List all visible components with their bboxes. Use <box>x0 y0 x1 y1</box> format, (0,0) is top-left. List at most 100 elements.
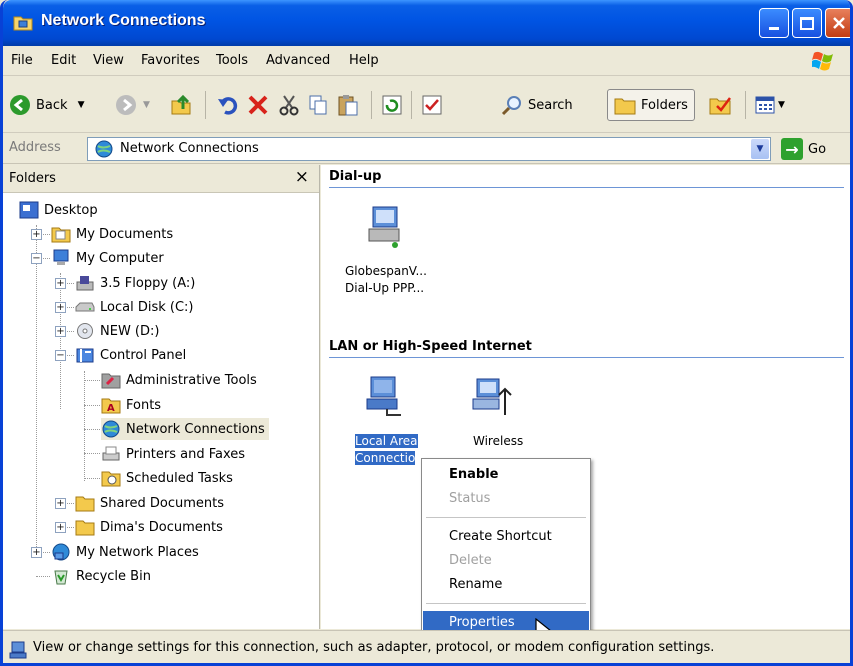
network-connection-icon <box>9 641 27 659</box>
tree-item-label: Network Connections <box>126 421 265 437</box>
copy-button[interactable] <box>307 89 329 121</box>
tree-item-label: 3.5 Floppy (A:) <box>100 275 196 291</box>
expand-toggle[interactable]: + <box>31 229 42 240</box>
expand-toggle[interactable]: + <box>55 326 66 337</box>
search-button[interactable]: Search <box>501 89 573 121</box>
tree-item-new-d[interactable]: NEW (D:) <box>75 320 159 342</box>
menu-advanced[interactable]: Advanced <box>266 53 330 68</box>
cut-button[interactable] <box>279 89 299 121</box>
menu-tools[interactable]: Tools <box>216 53 248 68</box>
copy-icon <box>309 95 327 115</box>
connection-name: Wireless <box>473 434 524 448</box>
recycle-bin-icon <box>54 570 68 585</box>
up-folder-button[interactable] <box>169 89 193 121</box>
back-dropdown-icon[interactable]: ▼ <box>78 100 85 110</box>
expand-toggle[interactable]: + <box>55 302 66 313</box>
views-button[interactable]: ▼ <box>755 89 785 121</box>
address-dropdown-button[interactable]: ▼ <box>751 139 769 159</box>
tree-item-label: Printers and Faxes <box>126 446 246 462</box>
close-icon <box>833 17 845 29</box>
tree-item-control-panel[interactable]: Control Panel <box>75 344 186 366</box>
connection-type: Connectio <box>355 451 416 465</box>
menu-item-enable[interactable]: Enable <box>423 463 589 487</box>
paste-button[interactable] <box>337 89 359 121</box>
menu-edit[interactable]: Edit <box>51 53 76 68</box>
menu-favorites[interactable]: Favorites <box>141 53 200 68</box>
minimize-button[interactable] <box>759 8 789 38</box>
search-label: Search <box>528 97 573 113</box>
connection-type: Dial-Up PPP... <box>345 281 425 295</box>
back-button[interactable]: Back ▼ <box>9 89 84 121</box>
tree-item-my-network-places[interactable]: My Network Places <box>51 541 199 563</box>
undo-icon <box>218 97 238 115</box>
forward-arrow-icon <box>116 95 136 115</box>
menu-item-status[interactable]: Status <box>423 487 589 511</box>
menu-item-rename[interactable]: Rename <box>423 573 589 597</box>
desktop-icon <box>19 201 39 219</box>
computer-icon <box>53 249 69 265</box>
tree-item-label: Scheduled Tasks <box>126 470 233 486</box>
tree-item-administrative-tools[interactable]: Administrative Tools <box>101 369 257 391</box>
forward-button[interactable]: ▼ <box>115 89 150 121</box>
folders-pane: Folders × + − + + + − + + + Desktop My D… <box>3 165 320 629</box>
tree-item-label: NEW (D:) <box>100 323 160 339</box>
go-arrow-icon: → <box>781 138 803 160</box>
back-label: Back <box>36 97 68 113</box>
tree-item-label: Dima's Documents <box>100 519 223 535</box>
views-grid-icon <box>755 96 775 114</box>
tree-item-dimas-documents[interactable]: Dima's Documents <box>75 516 223 538</box>
tree-item-my-documents[interactable]: My Documents <box>51 223 173 245</box>
tree-item-my-computer[interactable]: My Computer <box>51 247 164 269</box>
dialup-connection-icon <box>368 206 400 248</box>
tree-item-shared-documents[interactable]: Shared Documents <box>75 492 224 514</box>
tree-item-fonts[interactable]: A Fonts <box>101 394 161 416</box>
tree-item-label: Administrative Tools <box>126 372 257 388</box>
hard-disk-icon <box>75 302 95 312</box>
expand-toggle[interactable]: + <box>55 278 66 289</box>
views-dropdown-icon: ▼ <box>778 100 785 110</box>
properties-toolbar-button[interactable] <box>421 89 443 121</box>
menu-view[interactable]: View <box>93 53 124 68</box>
maximize-button[interactable] <box>792 8 822 38</box>
forward-dropdown-icon[interactable]: ▼ <box>143 100 150 110</box>
standard-toolbar: Back ▼ ▼ Search Folders ▼ <box>3 77 850 133</box>
tree-item-label: My Documents <box>76 226 174 242</box>
close-button[interactable] <box>825 8 850 38</box>
tree-item-label: Fonts <box>126 397 162 413</box>
close-pane-icon[interactable]: × <box>295 167 309 187</box>
delete-button[interactable] <box>247 89 269 121</box>
title-bar[interactable]: Network Connections <box>3 0 850 46</box>
menu-item-create-shortcut[interactable]: Create Shortcut <box>423 525 589 549</box>
tree-item-label: Desktop <box>44 202 98 218</box>
back-arrow-icon <box>10 95 30 115</box>
undo-button[interactable] <box>217 89 241 121</box>
refresh-button[interactable] <box>381 89 403 121</box>
collapse-toggle[interactable]: − <box>31 253 42 264</box>
collapse-toggle[interactable]: − <box>55 350 66 361</box>
tree-item-label: Local Disk (C:) <box>100 299 194 315</box>
tree-item-scheduled-tasks[interactable]: Scheduled Tasks <box>101 467 233 489</box>
expand-toggle[interactable]: + <box>55 498 66 509</box>
tree-item-printers-and-faxes[interactable]: Printers and Faxes <box>101 443 245 465</box>
maximize-icon <box>800 16 814 30</box>
folder-options-button[interactable] <box>709 89 733 121</box>
folders-pane-header: Folders × <box>3 165 319 193</box>
expand-toggle[interactable]: + <box>31 547 42 558</box>
tree-item-floppy[interactable]: 3.5 Floppy (A:) <box>75 272 195 294</box>
menu-file[interactable]: File <box>11 53 33 68</box>
menu-item-delete[interactable]: Delete <box>423 549 589 573</box>
status-text: View or change settings for this connect… <box>33 640 715 655</box>
expand-toggle[interactable]: + <box>55 522 66 533</box>
folders-button[interactable]: Folders <box>607 89 695 121</box>
go-button[interactable]: → Go <box>781 138 826 160</box>
menu-help[interactable]: Help <box>349 53 379 68</box>
tree-item-recycle-bin[interactable]: Recycle Bin <box>51 565 151 587</box>
address-input[interactable]: Network Connections ▼ <box>87 137 771 161</box>
folder-icon <box>614 98 636 115</box>
menu-bar: File Edit View Favorites Tools Advanced … <box>3 46 850 76</box>
scissors-icon <box>279 95 299 116</box>
tree-item-desktop[interactable]: Desktop <box>19 199 98 221</box>
tree-item-local-disk[interactable]: Local Disk (C:) <box>75 296 193 318</box>
fonts-folder-icon: A <box>101 398 121 414</box>
tree-item-network-connections[interactable]: Network Connections <box>101 418 269 440</box>
